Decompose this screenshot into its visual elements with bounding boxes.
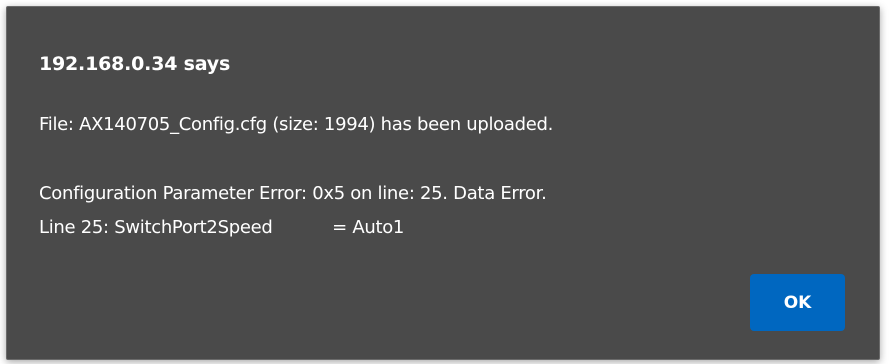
ok-button[interactable]: OK bbox=[750, 274, 845, 331]
alert-dialog: 192.168.0.34 says File: AX140705_Config.… bbox=[6, 6, 880, 360]
dialog-title: 192.168.0.34 says bbox=[39, 53, 231, 75]
error-message: Configuration Parameter Error: 0x5 on li… bbox=[39, 183, 547, 204]
error-parameter-line: Line 25: SwitchPort2Speed = Auto1 bbox=[39, 217, 405, 238]
upload-message: File: AX140705_Config.cfg (size: 1994) h… bbox=[39, 114, 554, 135]
